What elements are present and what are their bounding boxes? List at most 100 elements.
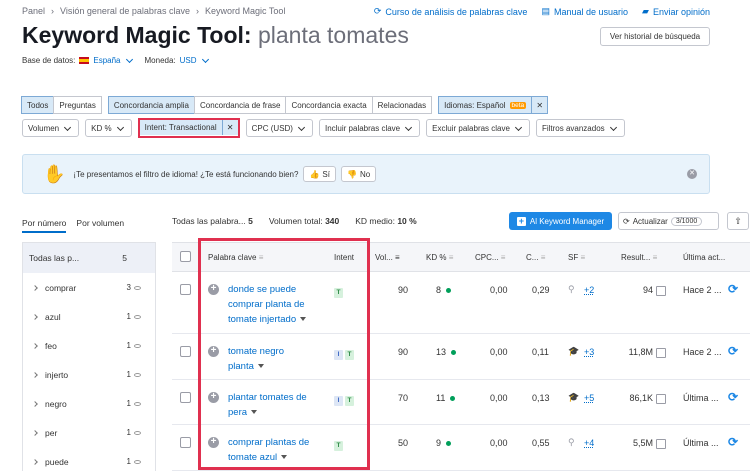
include-dropdown[interactable]: Incluir palabras clave xyxy=(318,119,421,137)
database-selector: Base de datos: España Moneda: USD xyxy=(22,55,211,65)
refresh-icon[interactable]: ⟳ xyxy=(728,282,738,296)
serp-snapshot-icon[interactable] xyxy=(656,285,666,296)
add-to-keyword-manager-button[interactable]: + Al Keyword Manager xyxy=(509,212,612,230)
sidebar-group-item[interactable]: azul 1 xyxy=(23,302,155,331)
feedback-link[interactable]: ▰ Enviar opinión xyxy=(642,6,710,17)
kd-dropdown[interactable]: KD % xyxy=(85,119,132,137)
language-clear-button[interactable]: ✕ xyxy=(531,96,549,114)
sidebar-group-item[interactable]: comprar 3 xyxy=(23,273,155,302)
export-button[interactable]: ⇧ xyxy=(727,212,749,230)
kd-easy-dot xyxy=(451,350,457,356)
col-last-update[interactable]: Última act... xyxy=(683,253,725,262)
sidebar-group-item[interactable]: feo 1 xyxy=(23,331,155,360)
chevron-down-icon xyxy=(405,123,413,131)
last-update-cell: Última ... xyxy=(683,438,719,448)
banner-yes-button[interactable]: 👍 Sí xyxy=(303,166,336,182)
volume-dropdown[interactable]: Volumen xyxy=(22,119,80,137)
serp-features-more[interactable]: +3 xyxy=(584,347,594,357)
results-cell: 94 xyxy=(612,285,666,296)
serp-snapshot-icon[interactable] xyxy=(656,393,666,404)
language-filter[interactable]: Idiomas: Español beta xyxy=(438,96,533,114)
beta-badge: beta xyxy=(509,101,527,109)
plus-icon: + xyxy=(516,215,526,226)
kd-cell: 9 xyxy=(436,438,452,448)
eye-icon[interactable] xyxy=(134,372,141,377)
row-checkbox[interactable] xyxy=(180,392,191,403)
chevron-right-icon xyxy=(32,458,38,465)
col-volume[interactable]: Vol... ≡ xyxy=(375,253,400,262)
currency-dropdown[interactable]: USD xyxy=(180,56,197,65)
last-update-cell: Hace 2 ... xyxy=(683,347,722,357)
col-results[interactable]: Result... ≡ xyxy=(621,253,657,262)
serp-snapshot-icon[interactable] xyxy=(656,438,666,449)
intent-dropdown[interactable]: Intent: Transactional xyxy=(139,120,222,135)
cpc-cell: 0,00 xyxy=(490,438,508,448)
row-checkbox[interactable] xyxy=(180,346,191,357)
keyword-groups-sidebar: Todas las p... 5 comprar 3 azul 1 feo 1 injerto… xyxy=(22,242,156,471)
history-button[interactable]: Ver historial de búsqueda xyxy=(600,27,710,46)
refresh-icon[interactable]: ⟳ xyxy=(728,390,738,404)
serp-features-more[interactable]: +5 xyxy=(584,393,594,403)
last-update-cell: Última ... xyxy=(683,393,719,403)
tab-by-volume[interactable]: Por volumen xyxy=(76,218,124,233)
serp-features-more[interactable]: +4 xyxy=(584,438,594,448)
filter-related[interactable]: Relacionadas xyxy=(371,96,433,114)
filter-all[interactable]: Todos xyxy=(21,96,55,114)
filter-exact-match[interactable]: Concordancia exacta xyxy=(285,96,373,114)
col-kd[interactable]: KD % ≡ xyxy=(426,253,453,262)
refresh-icon[interactable]: ⟳ xyxy=(728,344,738,358)
eye-icon[interactable] xyxy=(134,343,141,348)
cpc-dropdown[interactable]: CPC (USD) xyxy=(245,119,313,137)
col-serp-features[interactable]: SF ≡ xyxy=(568,253,585,262)
book-icon: ▤ xyxy=(541,6,550,16)
filter-broad-match[interactable]: Concordancia amplia xyxy=(107,96,195,114)
chevron-down-icon xyxy=(297,123,306,131)
refresh-icon[interactable]: ⟳ xyxy=(728,435,738,449)
chat-icon: ▰ xyxy=(642,6,649,16)
close-icon[interactable]: ✕ xyxy=(687,169,697,179)
breadcrumb-panel[interactable]: Panel xyxy=(22,6,45,16)
eye-icon[interactable] xyxy=(134,401,141,406)
tab-by-number[interactable]: Por número xyxy=(22,218,67,233)
exclude-dropdown[interactable]: Excluir palabras clave xyxy=(426,119,530,137)
intent-clear-button[interactable]: ✕ xyxy=(221,120,238,135)
sidebar-group-item[interactable]: puede 1 xyxy=(23,447,155,476)
col-competition[interactable]: C... ≡ xyxy=(526,253,545,262)
eye-icon[interactable] xyxy=(134,459,141,464)
filter-phrase-match[interactable]: Concordancia de frase xyxy=(193,96,287,114)
eye-icon[interactable] xyxy=(134,314,141,319)
sidebar-group-item[interactable]: per 1 xyxy=(23,418,155,447)
manual-link[interactable]: ▤ Manual de usuario xyxy=(541,6,628,17)
database-label: Base de datos: xyxy=(22,56,76,65)
competition-cell: 0,55 xyxy=(532,438,550,448)
banner-no-button[interactable]: 👎 No xyxy=(340,166,377,182)
advanced-dropdown[interactable]: Filtros avanzados xyxy=(535,119,625,137)
update-button[interactable]: ⟳ Actualizar 3/1000 xyxy=(618,212,719,230)
serp-feature-icon: 🎓 xyxy=(568,346,580,356)
match-filters: Todos Preguntas Concordancia amplia Concor… xyxy=(21,96,551,114)
database-dropdown[interactable]: España xyxy=(93,56,120,65)
results-cell: 5,5M xyxy=(612,438,666,449)
serp-snapshot-icon[interactable] xyxy=(656,347,666,358)
results-cell: 86,1K xyxy=(612,393,666,404)
filter-questions[interactable]: Preguntas xyxy=(53,96,102,114)
average-kd-stat: KD medio: 10 % xyxy=(355,216,417,226)
group-all[interactable]: Todas las p... 5 xyxy=(23,243,155,273)
waving-hand-icon: ✋ xyxy=(43,163,66,184)
sidebar-group-item[interactable]: negro 1 xyxy=(23,389,155,418)
select-all-checkbox[interactable] xyxy=(180,251,191,262)
eye-icon[interactable] xyxy=(134,285,141,290)
chevron-down-icon xyxy=(116,123,124,131)
serp-features-more[interactable]: +2 xyxy=(584,285,594,295)
course-link[interactable]: ⟳ Curso de análisis de palabras clave xyxy=(374,6,528,17)
row-checkbox[interactable] xyxy=(180,284,191,295)
sidebar-group-item[interactable]: injerto 1 xyxy=(23,360,155,389)
breadcrumb-overview[interactable]: Visión general de palabras clave xyxy=(60,6,190,16)
volume-cell: 50 xyxy=(398,438,409,448)
chevron-down-icon xyxy=(514,123,522,131)
col-cpc[interactable]: CPC... ≡ xyxy=(475,253,505,262)
eye-icon[interactable] xyxy=(134,430,141,435)
sort-icon: ≡ xyxy=(448,253,454,262)
row-checkbox[interactable] xyxy=(180,437,191,448)
volume-cell: 70 xyxy=(398,393,409,403)
